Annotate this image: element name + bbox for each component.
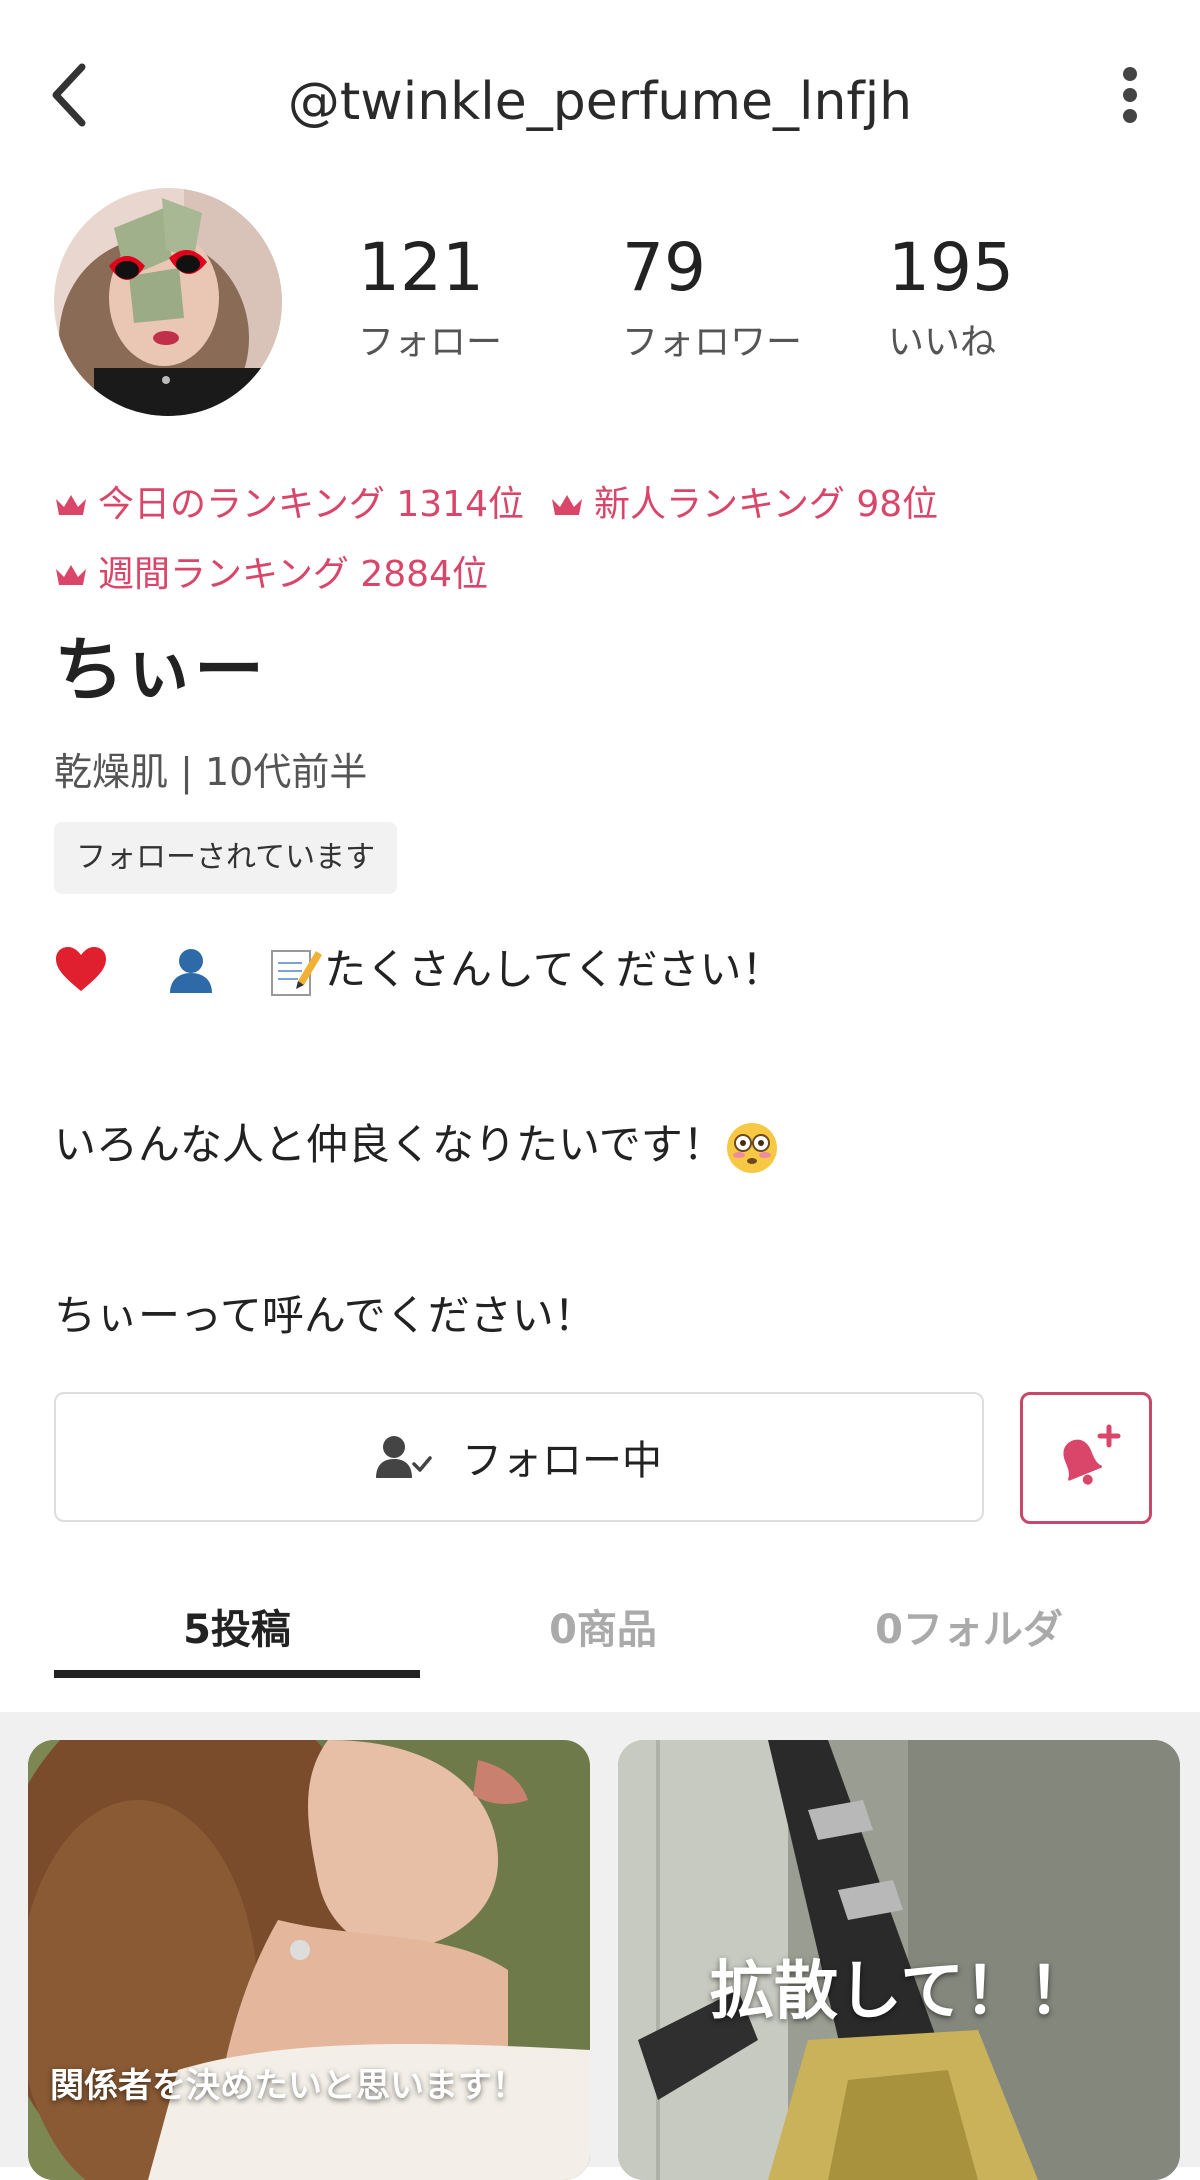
followers-count: 79 [622, 229, 706, 306]
following-button-label: フォロー中 [462, 1438, 662, 1484]
crown-icon [56, 495, 86, 515]
following-count: 121 [358, 229, 484, 306]
chevron-left-icon [52, 63, 86, 127]
active-tab-indicator [54, 1670, 420, 1678]
ranking-newcomer[interactable]: 新人ランキング 98位 [550, 470, 938, 540]
ranking-weekly[interactable]: 週間ランキング 2884位 [54, 540, 488, 610]
post-card[interactable]: 拡散して！！ [618, 1740, 1180, 2180]
bio-line-2: いろんな人と仲良くなりたいです！ [54, 1113, 779, 1177]
tab-products[interactable]: 0商品 [420, 1580, 786, 1680]
likes-count: 195 [888, 229, 1014, 306]
ranking-daily[interactable]: 今日のランキング 1314位 [54, 470, 524, 540]
rankings: 今日のランキング 1314位 新人ランキング 98位 週間ランキング 2884位 [54, 470, 1154, 610]
profile-handle: @twinkle_perfume_lnfjh [287, 72, 913, 132]
ranking-weekly-label: 週間ランキング 2884位 [98, 554, 488, 595]
heart-emoji [54, 945, 108, 995]
user-check-icon [376, 1436, 432, 1478]
ranking-daily-label: 今日のランキング 1314位 [98, 484, 524, 525]
stat-following[interactable]: 121 フォロー [358, 228, 502, 368]
person-emoji [164, 945, 218, 995]
bell-plus-icon [1063, 1424, 1121, 1485]
display-name: ちぃー [54, 629, 264, 711]
followers-label: フォロワー [622, 322, 803, 363]
post-caption: 拡散して！！ [710, 1955, 1093, 2029]
likes-label: いいね [888, 322, 997, 363]
top-bar: @twinkle_perfume_lnfjh [0, 0, 1200, 200]
profile-attributes: 乾燥肌 | 10代前半 [54, 750, 368, 794]
following-label: フォロー [358, 322, 503, 363]
bio-line-1-text: たくさんしてください！ [324, 945, 784, 994]
back-button[interactable] [40, 55, 110, 135]
crown-icon [56, 565, 86, 585]
more-options-button[interactable] [1110, 60, 1150, 140]
crown-icon [551, 495, 582, 515]
stat-followers[interactable]: 79 フォロワー [622, 228, 802, 368]
bio-line-2-text: いろんな人と仲良くなりたいです！ [54, 1120, 725, 1169]
post-thumbnail [28, 1740, 590, 2180]
follows-you-badge: フォローされています [54, 822, 398, 894]
avatar[interactable] [54, 188, 282, 416]
following-button[interactable]: フォロー中 [54, 1392, 984, 1522]
tab-folders[interactable]: 0フォルダ [786, 1580, 1152, 1680]
content-tabs: 5投稿 0商品 0フォルダ [0, 1580, 1200, 1680]
bio-line-1: たくさんしてください！ [54, 938, 783, 1002]
memo-emoji [268, 943, 322, 997]
post-card[interactable]: 関係者を決めたいと思います！ [28, 1740, 590, 2180]
notify-button[interactable] [1020, 1392, 1152, 1524]
more-vertical-icon [1123, 67, 1137, 123]
flushed-face-emoji [726, 1122, 777, 1173]
stat-likes[interactable]: 195 いいね [888, 228, 1014, 368]
bio-line-3: ちぃーって呼んでください！ [54, 1291, 596, 1340]
ranking-newcomer-label: 新人ランキング 98位 [593, 484, 939, 525]
tab-posts[interactable]: 5投稿 [54, 1580, 420, 1680]
post-caption: 関係者を決めたいと思います！ [50, 2066, 526, 2106]
